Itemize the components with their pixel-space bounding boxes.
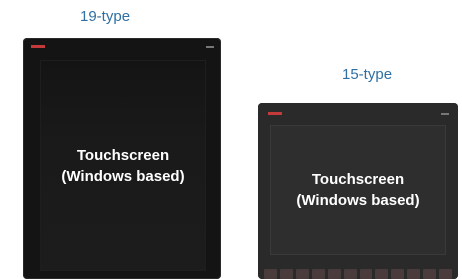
function-key[interactable]: [423, 269, 437, 279]
brand-logo-icon: [268, 112, 282, 115]
model-badge: [206, 46, 214, 48]
function-key[interactable]: [295, 269, 309, 279]
function-key[interactable]: [311, 269, 325, 279]
function-key[interactable]: [391, 269, 405, 279]
model-badge: [441, 113, 449, 115]
device-19-type-panel: Touchscreen (Windows based): [23, 38, 221, 279]
function-key-strip: [264, 263, 453, 279]
touchscreen-19[interactable]: Touchscreen (Windows based): [40, 60, 206, 271]
function-key[interactable]: [279, 269, 293, 279]
device-15-type-caption: 15-type: [342, 66, 393, 83]
touchscreen-15[interactable]: Touchscreen (Windows based): [270, 125, 446, 255]
function-key[interactable]: [375, 269, 389, 279]
function-key[interactable]: [343, 269, 357, 279]
function-key[interactable]: [407, 269, 421, 279]
function-key[interactable]: [439, 269, 453, 279]
device-15-type-panel: Touchscreen (Windows based): [258, 103, 458, 279]
touchscreen-label: Touchscreen (Windows based): [296, 171, 420, 209]
function-key[interactable]: [359, 269, 373, 279]
function-key[interactable]: [327, 269, 341, 279]
device-19-type-caption: 19-type: [80, 8, 131, 25]
brand-logo-icon: [31, 45, 45, 48]
function-key[interactable]: [264, 269, 277, 279]
touchscreen-label: Touchscreen (Windows based): [61, 146, 185, 185]
